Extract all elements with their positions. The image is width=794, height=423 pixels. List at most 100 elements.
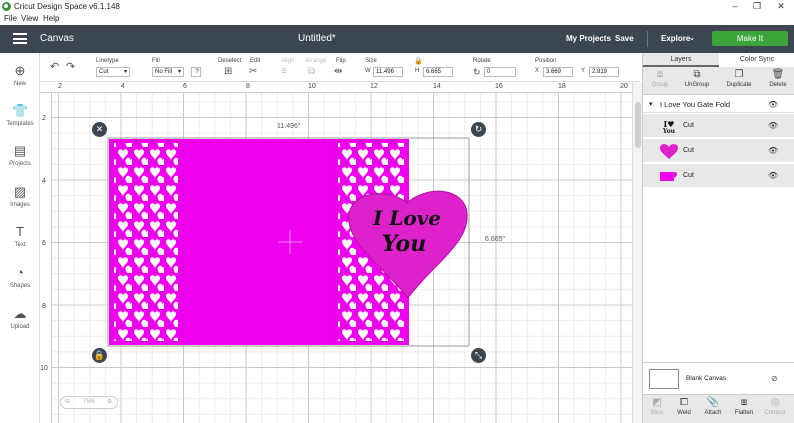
tab-layers[interactable]: Layers: [643, 53, 719, 67]
close-window-button[interactable]: ✕: [770, 0, 792, 13]
collapse-caret-icon[interactable]: ▾: [649, 100, 653, 108]
width-dimension-label: 11.496": [277, 123, 301, 130]
menu-view[interactable]: View: [21, 14, 38, 23]
explore-chevron-icon[interactable]: ⌄: [689, 34, 695, 42]
love-text-thumb: I♥ You: [662, 119, 676, 134]
visibility-eye-icon[interactable]: 👁: [768, 100, 778, 109]
width-prefix: W: [365, 68, 371, 74]
arrange-icon[interactable]: ⧉: [308, 67, 315, 77]
slice-label: Slice: [650, 410, 664, 416]
resize-handle-icon[interactable]: ⤡: [471, 348, 486, 363]
fill-options-button[interactable]: ?: [191, 67, 201, 77]
linetype-select[interactable]: Cut: [96, 67, 130, 77]
layer-label: Cut: [683, 172, 694, 179]
duplicate-button[interactable]: ❐ Duplicate: [724, 69, 754, 88]
design-canvas[interactable]: I Love You 11.496" 6.665" ✕ ↻ 🔒 ⤡ ⊖ 75% …: [52, 93, 632, 423]
ruler-mark: 2: [58, 83, 62, 90]
menu-file[interactable]: File: [4, 14, 17, 23]
make-it-button[interactable]: Make It: [712, 31, 788, 46]
lock-handle-icon[interactable]: 🔒: [92, 348, 107, 363]
align-icon[interactable]: ≡: [281, 67, 287, 77]
height-input[interactable]: 6.665: [423, 67, 453, 77]
rotate-label: Rotate: [473, 58, 491, 64]
attach-button[interactable]: 📎 Attach: [699, 397, 727, 416]
zoom-in-icon[interactable]: ⊕: [107, 398, 112, 405]
linetype-label: Linetype: [96, 58, 119, 64]
visibility-eye-icon[interactable]: 👁: [768, 146, 778, 155]
y-prefix: Y: [581, 68, 586, 74]
menu-bar: File View Help: [0, 13, 794, 25]
edit-toolbar: ↶ ↷ Linetype Cut Fill No Fill ? Deselect…: [40, 53, 640, 82]
tool-new[interactable]: ⊕ New: [0, 63, 40, 99]
hamburger-menu-icon[interactable]: [13, 33, 27, 44]
undo-icon[interactable]: ↶: [50, 62, 59, 73]
y-position-input[interactable]: 2.819: [589, 67, 619, 77]
paperclip-icon: 📎: [706, 397, 720, 408]
ruler-mark: 12: [370, 83, 378, 90]
tool-new-label: New: [13, 81, 26, 87]
scrollbar-thumb[interactable]: [635, 102, 641, 148]
zoom-control[interactable]: ⊖ 75% ⊕: [60, 396, 118, 409]
fill-select[interactable]: No Fill: [152, 67, 184, 77]
layer-row[interactable]: Cut 👁: [643, 139, 794, 163]
canvas-scrollbar[interactable]: [632, 82, 642, 423]
blank-canvas-swatch: [649, 369, 679, 389]
menu-help[interactable]: Help: [43, 14, 59, 23]
align-label: Align: [281, 58, 295, 64]
visibility-eye-icon[interactable]: 👁: [768, 171, 778, 180]
visibility-eye-icon[interactable]: 👁: [768, 121, 778, 130]
blank-canvas-row[interactable]: Blank Canvas ⊘: [643, 362, 794, 394]
lock-aspect-icon[interactable]: 🔒: [414, 57, 423, 65]
layer-row[interactable]: I♥ You Cut 👁: [643, 114, 794, 138]
image-icon: ▨: [13, 184, 27, 199]
slice-button[interactable]: ◩ Slice: [643, 397, 671, 416]
weld-button[interactable]: ⧠ Weld: [670, 397, 698, 416]
blank-canvas-label: Blank Canvas: [686, 375, 727, 382]
edit-scissors-icon[interactable]: ✂: [249, 67, 257, 77]
save-link[interactable]: Save: [615, 34, 634, 43]
group-button[interactable]: ⧈ Group: [645, 69, 675, 88]
redo-icon[interactable]: ↷: [66, 62, 75, 73]
tool-text[interactable]: T Text: [0, 224, 40, 260]
delete-handle-icon[interactable]: ✕: [92, 122, 107, 137]
ruler-mark: 2: [42, 115, 46, 122]
layer-label: Cut: [683, 147, 694, 154]
my-projects-link[interactable]: My Projects: [566, 34, 611, 43]
flatten-button[interactable]: ⧆ Flatten: [730, 397, 758, 416]
x-position-input[interactable]: 3.669: [543, 67, 573, 77]
ungroup-button[interactable]: ⧉ UnGroup: [682, 69, 712, 88]
cloud-upload-icon: ☁: [13, 306, 27, 321]
tool-templates[interactable]: 👕 Templates: [0, 103, 40, 139]
rotate-input[interactable]: 0: [484, 67, 516, 77]
contour-icon: ◎: [770, 397, 780, 408]
attach-label: Attach: [704, 410, 722, 416]
tool-images[interactable]: ▨ Images: [0, 184, 40, 220]
ruler-vertical: 2 4 6 8 10: [40, 93, 52, 423]
tab-color-sync[interactable]: Color Sync: [719, 53, 794, 67]
delete-button[interactable]: 🗑 Delete: [763, 69, 793, 88]
deselect-icon[interactable]: ⊞: [224, 67, 232, 77]
delete-label: Delete: [769, 82, 787, 88]
contour-button[interactable]: ◎ Contour: [761, 397, 789, 416]
maximize-button[interactable]: ❐: [746, 0, 768, 13]
tool-projects[interactable]: ▤ Projects: [0, 143, 40, 179]
ruler-mark: 4: [42, 178, 46, 185]
love-text-line1: I Love: [372, 206, 441, 230]
rotate-handle-icon[interactable]: ↻: [471, 122, 486, 137]
group-name: I Love You Gate Fold: [660, 100, 731, 109]
tool-shapes[interactable]: ◔ Shapes: [0, 265, 40, 301]
layer-group-header[interactable]: ▾ I Love You Gate Fold 👁: [643, 96, 794, 113]
tool-upload[interactable]: ☁ Upload: [0, 306, 40, 342]
width-input[interactable]: 11.496: [373, 67, 403, 77]
zoom-level: 75%: [83, 399, 96, 405]
edit-label: Edit: [250, 58, 261, 64]
layer-row[interactable]: Cut 👁: [643, 164, 794, 188]
flip-icon[interactable]: ⇹: [334, 67, 342, 77]
plus-circle-icon: ⊕: [14, 63, 26, 78]
explore-link[interactable]: Explore: [661, 34, 690, 43]
hidden-eye-icon[interactable]: ⊘: [771, 374, 778, 383]
cricut-logo-icon: [2, 2, 11, 11]
deselect-label: Deselect: [218, 58, 242, 64]
zoom-out-icon[interactable]: ⊖: [65, 398, 70, 405]
minimize-button[interactable]: –: [724, 0, 746, 13]
